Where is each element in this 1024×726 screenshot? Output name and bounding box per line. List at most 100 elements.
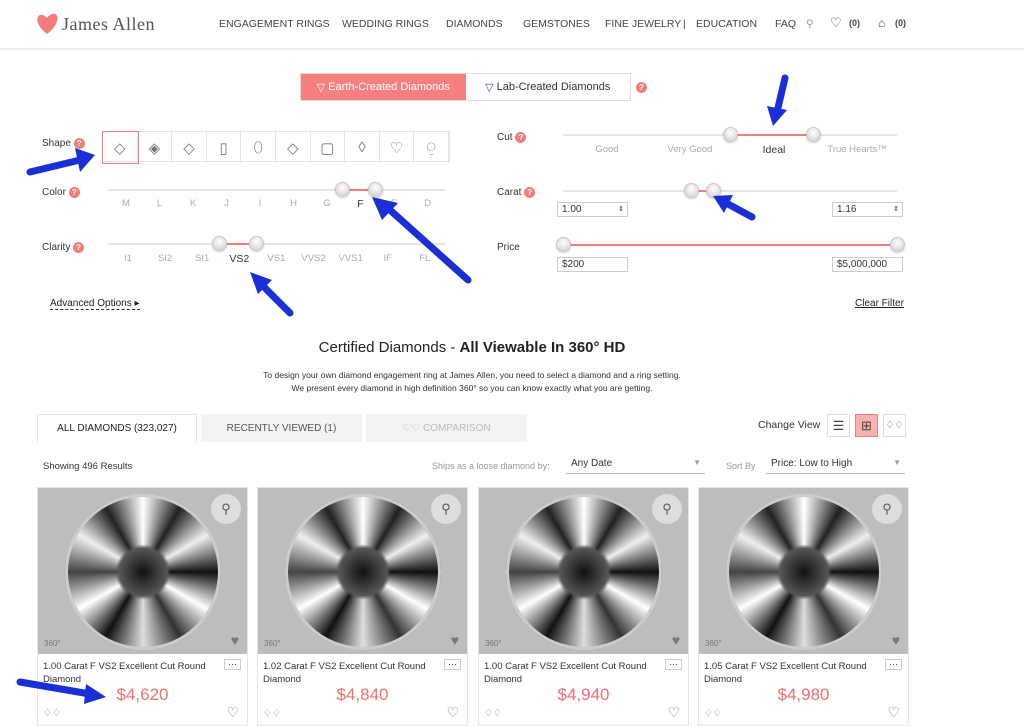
more-options-icon[interactable]: ···: [444, 659, 461, 670]
diamond-card[interactable]: ⚲ 360° ♥ 1.00 Carat F VS2 Excellent Cut Ro…: [37, 487, 248, 726]
color-tick[interactable]: J: [224, 198, 229, 209]
compare-icon[interactable]: ♢♢: [484, 708, 502, 719]
carat-slider-max-handle[interactable]: [706, 183, 721, 198]
shape-cushion[interactable]: ◇: [172, 132, 207, 163]
help-icon[interactable]: ?: [515, 132, 527, 143]
360-view-icon[interactable]: 360°: [44, 639, 61, 648]
clarity-tick[interactable]: SI1: [195, 253, 209, 264]
diamond-image[interactable]: ⚲ 360° ♥: [479, 488, 688, 654]
clarity-tick[interactable]: VVS2: [301, 253, 325, 264]
carat-max-input[interactable]: 1.16 ⇕: [832, 202, 903, 217]
more-options-icon[interactable]: ···: [885, 659, 902, 670]
color-slider-max-handle[interactable]: [368, 182, 383, 197]
clarity-tick[interactable]: FL: [419, 253, 430, 264]
carat-min-input[interactable]: 1.00 ⇕: [557, 202, 628, 217]
wishlist-heart-icon[interactable]: ♡: [226, 704, 239, 721]
sort-by-select[interactable]: Price: Low to High ▼: [766, 458, 905, 474]
color-tick[interactable]: M: [122, 198, 130, 209]
compare-icon[interactable]: ♢♢: [704, 708, 722, 719]
cut-slider-max-handle[interactable]: [806, 127, 821, 142]
color-tick[interactable]: F: [357, 198, 363, 210]
search-icon[interactable]: ⚲: [806, 18, 814, 30]
ships-by-select[interactable]: Any Date ▼: [566, 458, 705, 474]
wishlist-heart-icon[interactable]: ♡: [667, 704, 680, 721]
shape-heart[interactable]: ♡: [380, 132, 415, 163]
clarity-slider-min-handle[interactable]: [212, 236, 227, 251]
cut-tick-good[interactable]: Good: [595, 144, 618, 155]
diamond-title[interactable]: 1.02 Carat F VS2 Excellent Cut Round Dia…: [263, 660, 443, 686]
price-max-input[interactable]: $5,000,000: [832, 257, 903, 272]
list-view-icon[interactable]: ☰: [827, 414, 850, 437]
price-slider-max-handle[interactable]: [890, 237, 905, 252]
color-tick[interactable]: H: [290, 198, 297, 209]
diamond-image[interactable]: ⚲ 360° ♥: [258, 488, 467, 654]
color-tick[interactable]: G: [323, 198, 330, 209]
diamond-title[interactable]: 1.00 Carat F VS2 Excellent Cut Round Dia…: [43, 660, 223, 686]
more-options-icon[interactable]: ···: [665, 659, 682, 670]
help-icon[interactable]: ?: [73, 242, 85, 253]
lab-created-button[interactable]: ▽ Lab-Created Diamonds: [466, 74, 631, 100]
cut-slider-min-handle[interactable]: [723, 127, 738, 142]
color-tick[interactable]: I: [259, 198, 262, 209]
help-icon[interactable]: ?: [636, 82, 647, 93]
cut-tick-true-hearts[interactable]: True Hearts™: [827, 144, 886, 155]
heart-logo-icon[interactable]: [34, 12, 60, 36]
price-slider-min-handle[interactable]: [556, 237, 571, 252]
advanced-options-link[interactable]: Advanced Options ▸: [50, 298, 140, 310]
diamond-card[interactable]: ⚲ 360° ♥ 1.02 Carat F VS2 Excellent Cut Ro…: [257, 487, 468, 726]
carat-slider-track[interactable]: [563, 190, 897, 192]
cart-bag-icon[interactable]: ⌂: [878, 16, 885, 30]
tab-recently-viewed[interactable]: RECENTLY VIEWED (1): [201, 414, 362, 442]
360-view-icon[interactable]: 360°: [264, 639, 281, 648]
color-tick[interactable]: L: [157, 198, 162, 209]
earth-created-button[interactable]: ▽ Earth-Created Diamonds: [301, 74, 466, 100]
color-tick[interactable]: K: [190, 198, 196, 209]
more-options-icon[interactable]: ···: [224, 659, 241, 670]
clarity-tick[interactable]: VVS1: [338, 253, 362, 264]
diamond-title[interactable]: 1.05 Carat F VS2 Excellent Cut Round Dia…: [704, 660, 884, 686]
cut-tick-ideal[interactable]: Ideal: [763, 144, 786, 156]
magnify-icon[interactable]: ⚲: [211, 494, 241, 524]
wishlist-heart-icon[interactable]: ♡: [830, 15, 842, 31]
nav-diamonds[interactable]: DIAMONDS: [446, 18, 503, 30]
stepper-icon[interactable]: ⇕: [893, 203, 899, 216]
clarity-slider-max-handle[interactable]: [249, 236, 264, 251]
shape-asscher[interactable]: ◇: [276, 132, 311, 163]
help-icon[interactable]: ?: [524, 187, 536, 198]
shape-round[interactable]: ◇: [102, 131, 139, 164]
compare-icon[interactable]: ♢♢: [43, 708, 61, 719]
help-icon[interactable]: ?: [68, 187, 80, 198]
magnify-icon[interactable]: ⚲: [431, 494, 461, 524]
price-slider-range[interactable]: [563, 244, 897, 246]
gallery-view-icon[interactable]: ♢♢: [883, 414, 906, 437]
clarity-tick[interactable]: IF: [383, 253, 391, 264]
magnify-icon[interactable]: ⚲: [872, 494, 902, 524]
shape-oval[interactable]: ⬯: [241, 132, 276, 163]
carat-slider-min-handle[interactable]: [684, 183, 699, 198]
360-view-icon[interactable]: 360°: [485, 639, 502, 648]
wishlist-heart-icon[interactable]: ♡: [887, 704, 900, 721]
nav-gemstones[interactable]: GEMSTONES: [523, 18, 590, 30]
tab-all-diamonds[interactable]: ALL DIAMONDS (323,027): [37, 414, 197, 442]
clarity-tick[interactable]: SI2: [158, 253, 172, 264]
nav-education[interactable]: EDUCATION: [696, 18, 757, 30]
color-tick[interactable]: E: [391, 198, 397, 209]
shape-emerald[interactable]: ▯: [207, 132, 242, 163]
clarity-tick[interactable]: VS1: [267, 253, 285, 264]
diamond-image[interactable]: ⚲ 360° ♥: [699, 488, 908, 654]
stepper-icon[interactable]: ⇕: [618, 203, 624, 216]
clear-filter-link[interactable]: Clear Filter: [855, 298, 904, 309]
shape-princess[interactable]: ◈: [138, 132, 173, 163]
magnify-icon[interactable]: ⚲: [652, 494, 682, 524]
nav-fine-jewelry[interactable]: FINE JEWELRY: [605, 18, 681, 30]
diamond-image[interactable]: ⚲ 360° ♥: [38, 488, 247, 654]
wishlist-heart-icon[interactable]: ♡: [446, 704, 459, 721]
shape-radiant[interactable]: ▢: [311, 132, 346, 163]
nav-wedding-rings[interactable]: WEDDING RINGS: [342, 18, 429, 30]
360-view-icon[interactable]: 360°: [705, 639, 722, 648]
cut-tick-very-good[interactable]: Very Good: [668, 144, 713, 155]
diamond-card[interactable]: ⚲ 360° ♥ 1.00 Carat F VS2 Excellent Cut Ro…: [478, 487, 689, 726]
shape-marquise[interactable]: ◊: [345, 132, 380, 163]
clarity-slider-track[interactable]: [108, 243, 445, 245]
nav-faq[interactable]: FAQ: [775, 18, 796, 30]
